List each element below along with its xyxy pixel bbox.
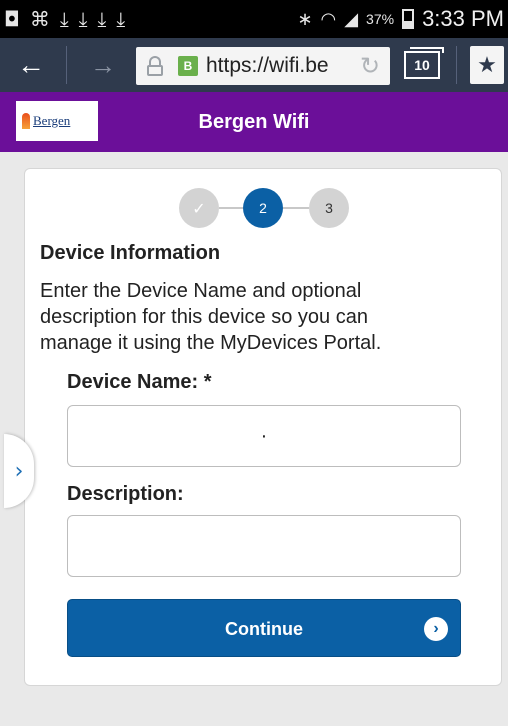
tabs-button[interactable]: 10 bbox=[404, 47, 444, 79]
description-input[interactable] bbox=[67, 515, 461, 577]
site-logo[interactable]: Bergen bbox=[16, 101, 98, 141]
download-icon: ⤓ bbox=[59, 7, 69, 31]
continue-label: Continue bbox=[225, 619, 303, 639]
forward-arrow-icon: → bbox=[90, 49, 116, 80]
battery-percent: 37% bbox=[366, 11, 395, 27]
site-favicon: B bbox=[178, 56, 198, 76]
star-icon: ★ bbox=[477, 52, 497, 78]
download-icon: ⤓ bbox=[78, 7, 88, 31]
clock: 3:33 PM bbox=[422, 6, 504, 31]
step-3-pending: 3 bbox=[309, 188, 349, 228]
download-icon: ⤓ bbox=[97, 7, 107, 31]
toolbar-divider bbox=[66, 46, 67, 84]
step-2-current: 2 bbox=[243, 188, 283, 228]
status-bar: ◘ ⌘ ⤓ ⤓ ⤓ ⤓ ∗ ◠ ◢ 37% 3:33 PM bbox=[0, 0, 508, 38]
step-1-complete: ✓ bbox=[179, 188, 219, 228]
back-arrow-icon: ← bbox=[17, 49, 45, 80]
device-name-label: Device Name: * bbox=[67, 371, 212, 393]
message-icon: ◘ bbox=[4, 7, 20, 31]
progress-stepper: ✓ 2 3 bbox=[179, 188, 349, 228]
signal-icon: ◢ bbox=[344, 8, 359, 30]
bluetooth-icon: ∗ bbox=[297, 8, 313, 30]
chevron-right-icon: › bbox=[14, 458, 24, 484]
system-indicators: ∗ ◠ ◢ 37% 3:33 PM bbox=[297, 6, 504, 32]
url-text: https://wifi.be bbox=[206, 54, 329, 77]
site-header: Bergen Wifi Bergen bbox=[0, 92, 508, 152]
address-bar[interactable]: B https://wifi.be ↻ bbox=[136, 47, 390, 85]
bookmark-button[interactable]: ★ bbox=[470, 46, 504, 84]
browser-toolbar: ← → B https://wifi.be ↻ 10 ★ bbox=[0, 38, 508, 92]
missed-call-icon: ⌘ bbox=[29, 7, 50, 31]
reload-icon[interactable]: ↻ bbox=[356, 52, 384, 80]
battery-icon bbox=[402, 9, 415, 29]
step-connector bbox=[219, 207, 243, 209]
download-icon: ⤓ bbox=[116, 7, 126, 31]
toolbar-divider bbox=[456, 46, 457, 84]
flame-icon bbox=[22, 113, 30, 129]
description-label: Description: bbox=[67, 483, 184, 505]
back-button[interactable]: ← bbox=[0, 38, 62, 92]
logo-text: Bergen bbox=[33, 113, 71, 128]
wifi-icon: ◠ bbox=[320, 8, 337, 30]
step-connector bbox=[283, 207, 309, 209]
forward-button[interactable]: → bbox=[78, 38, 128, 92]
instructions-text: Enter the Device Name and optional descr… bbox=[40, 280, 382, 354]
device-name-input[interactable] bbox=[67, 405, 461, 467]
continue-button[interactable]: Continue › bbox=[67, 599, 461, 657]
notification-icons: ◘ ⌘ ⤓ ⤓ ⤓ ⤓ bbox=[4, 8, 125, 30]
device-info-card: ✓ 2 3 Device Information Enter the Devic… bbox=[24, 168, 502, 686]
chevron-right-icon: › bbox=[424, 617, 448, 641]
lock-icon bbox=[144, 55, 166, 77]
section-title: Device Information bbox=[40, 242, 221, 264]
